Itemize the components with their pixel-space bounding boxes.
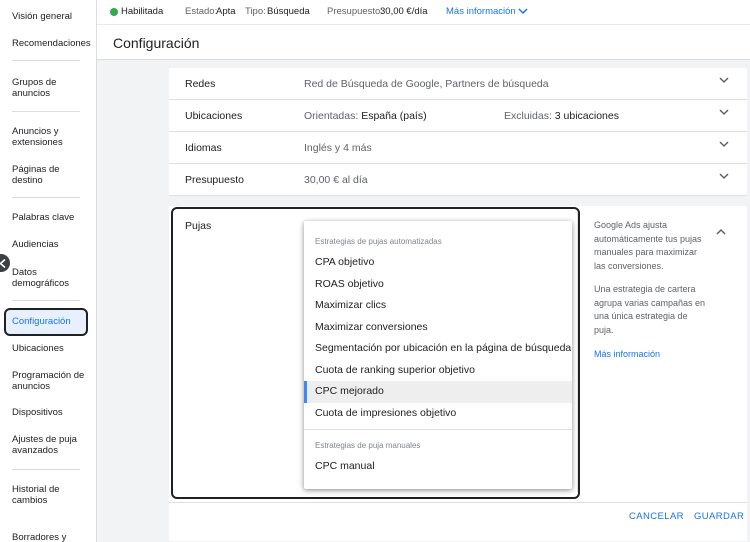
estado-value: Apta — [216, 6, 236, 17]
option-maximizar-conversiones[interactable]: Maximizar conversiones — [304, 317, 572, 339]
sidebar-item-dispositivos[interactable]: Dispositivos — [12, 407, 90, 418]
chevron-up-icon[interactable] — [716, 222, 726, 240]
option-cpc-manual[interactable]: CPC manual — [304, 456, 572, 478]
setting-value: Inglés y 4 más — [304, 142, 372, 154]
setting-name: Ubicaciones — [185, 110, 243, 122]
sidebar-item-borradores[interactable]: Borradores y — [12, 532, 90, 542]
option-roas-objetivo[interactable]: ROAS objetivo — [304, 274, 572, 296]
sidebar-divider — [12, 300, 80, 301]
chevron-down-icon[interactable] — [719, 109, 729, 119]
chevron-down-icon[interactable] — [719, 141, 729, 151]
setting-value: Red de Búsqueda de Google, Partners de b… — [304, 78, 549, 90]
option-cpc-mejorado[interactable]: CPC mejorado — [304, 381, 572, 403]
setting-row-idiomas[interactable]: Idiomas Inglés y 4 más — [169, 132, 747, 164]
option-segmentacion-ubicacion[interactable]: Segmentación por ubicación en la página … — [304, 338, 572, 360]
setting-name: Idiomas — [185, 142, 222, 154]
setting-value-targeted: Orientadas: España (país) — [304, 110, 427, 122]
sidebar-item-ubicaciones[interactable]: Ubicaciones — [12, 343, 90, 354]
sidebar-divider — [12, 197, 80, 198]
excluded-value: 3 ubicaciones — [554, 110, 619, 122]
option-cuota-impresiones[interactable]: Cuota de impresiones objetivo — [304, 403, 572, 425]
sidebar-divider — [12, 60, 80, 61]
sidebar: Visión general Recomendaciones Grupos de… — [0, 0, 97, 542]
option-cuota-ranking-superior[interactable]: Cuota de ranking superior objetivo — [304, 360, 572, 382]
chevron-down-icon[interactable] — [518, 7, 528, 18]
sidebar-item-historial-de-cambios[interactable]: Historial de cambios — [12, 484, 90, 506]
sidebar-item-vision-general[interactable]: Visión general — [12, 11, 90, 22]
chevron-down-icon[interactable] — [719, 77, 729, 87]
menu-divider — [304, 429, 572, 430]
help-text-1: Google Ads ajusta automáticamente tus pu… — [594, 220, 702, 271]
estado-label: Estado: — [185, 6, 218, 17]
targeted-value: España (país) — [361, 110, 427, 122]
presupuesto-value: 30,00 €/día — [380, 6, 428, 17]
sidebar-item-configuracion[interactable]: Configuración — [12, 316, 90, 327]
sidebar-item-grupos-de-anuncios[interactable]: Grupos de anuncios — [12, 77, 90, 99]
save-button[interactable]: GUARDAR — [694, 511, 744, 522]
sidebar-divider — [12, 111, 80, 112]
sidebar-item-anuncios-y-extensiones[interactable]: Anuncios y extensiones — [12, 126, 90, 148]
help-divider — [577, 212, 578, 492]
help-text-2: Una estrategia de cartera agrupa varias … — [594, 284, 706, 335]
status-dot-icon — [110, 8, 118, 16]
campaign-status-bar: Habilitada Estado: Apta Tipo: Búsqueda P… — [97, 0, 750, 24]
setting-value-excluded: Excluidas: 3 ubicaciones — [504, 110, 619, 122]
page-title: Configuración — [113, 35, 200, 51]
sidebar-item-datos-demograficos[interactable]: Datos demográficos — [12, 267, 90, 289]
pujas-label: Pujas — [185, 220, 212, 232]
sidebar-item-palabras-clave[interactable]: Palabras clave — [12, 212, 90, 223]
setting-row-presupuesto[interactable]: Presupuesto 30,00 € al día — [169, 164, 747, 196]
group-header-automated: Estrategias de pujas automatizadas — [315, 237, 442, 246]
sidebar-item-recomendaciones[interactable]: Recomendaciones — [12, 38, 91, 49]
setting-name: Presupuesto — [185, 174, 244, 186]
targeted-label: Orientadas: — [304, 110, 359, 122]
chevron-down-icon[interactable] — [719, 173, 729, 183]
help-panel: Google Ads ajusta automáticamente tus pu… — [594, 219, 709, 337]
bid-strategy-dropdown: Estrategias de pujas automatizadas CPA o… — [304, 221, 572, 489]
status-text: Habilitada — [121, 6, 164, 17]
more-info-link[interactable]: Más información — [446, 6, 516, 17]
setting-name: Redes — [185, 78, 216, 90]
title-bar: Configuración — [97, 24, 750, 60]
setting-row-ubicaciones[interactable]: Ubicaciones Orientadas: España (país) Ex… — [169, 100, 747, 132]
option-cpa-objetivo[interactable]: CPA objetivo — [304, 252, 572, 274]
sidebar-divider — [12, 469, 80, 470]
setting-row-redes[interactable]: Redes Red de Búsqueda de Google, Partner… — [169, 68, 747, 100]
tipo-value: Búsqueda — [267, 6, 310, 17]
sidebar-item-audiencias[interactable]: Audiencias — [12, 239, 90, 250]
footer-divider — [169, 502, 747, 503]
group-header-manual: Estrategias de puja manuales — [315, 441, 421, 450]
presupuesto-label: Presupuesto: — [327, 6, 383, 17]
sidebar-item-ajustes-de-puja-avanzados[interactable]: Ajustes de puja avanzados — [12, 434, 90, 456]
tipo-label: Tipo: — [245, 6, 266, 17]
option-maximizar-clics[interactable]: Maximizar clics — [304, 295, 572, 317]
sidebar-item-paginas-de-destino[interactable]: Páginas de destino — [12, 164, 90, 186]
help-more-info-link[interactable]: Más información — [594, 349, 660, 359]
sidebar-item-programacion-de-anuncios[interactable]: Programación de anuncios — [12, 370, 90, 392]
cancel-button[interactable]: CANCELAR — [629, 511, 684, 522]
excluded-label: Excluidas: — [504, 110, 552, 122]
setting-value: 30,00 € al día — [304, 174, 368, 186]
